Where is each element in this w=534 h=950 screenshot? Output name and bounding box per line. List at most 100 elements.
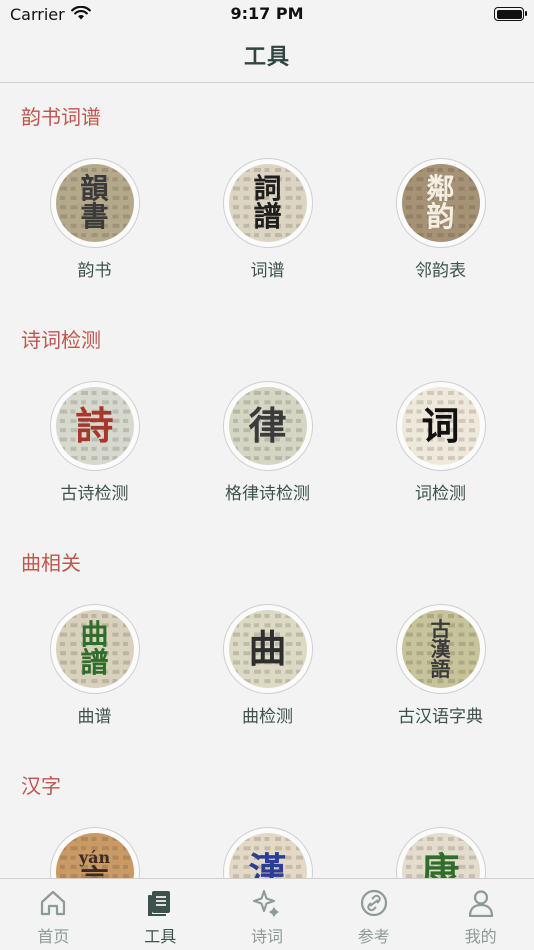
icon-glyph: 康	[421, 849, 460, 879]
tool-icon-ring: 曲	[222, 604, 313, 694]
tool-label: 古诗检测	[60, 484, 129, 504]
icon-glyph: 漢	[430, 637, 451, 661]
section-title: 韵书词谱	[21, 105, 101, 129]
icon-glyphs: 韻書	[80, 175, 108, 231]
status-left: Carrier	[10, 5, 91, 24]
icon-glyphs: 詩	[75, 407, 113, 445]
calligraphy-icon: 曲	[228, 610, 307, 688]
tab-poetry[interactable]: 诗词	[214, 879, 321, 950]
icon-glyph: 書	[80, 200, 109, 233]
page-title: 工具	[243, 45, 290, 70]
section: 韵书词谱韻書韵书詞譜词谱鄰韵邻韵表	[0, 84, 534, 307]
calligraphy-icon: yán言	[55, 833, 134, 879]
tool-rhyme-book[interactable]: 韻書韵书	[8, 158, 181, 281]
wifi-icon	[70, 5, 91, 24]
icon-glyphs: 詞譜	[253, 175, 281, 231]
calligraphy-icon: 康	[401, 833, 480, 879]
calligraphy-icon: 律	[228, 387, 307, 465]
calligraphy-icon: 古漢語	[401, 610, 480, 688]
calligraphy-icon: 詩	[55, 387, 134, 465]
tool-label: 韵书	[77, 261, 112, 281]
icon-glyph: 譜	[80, 646, 109, 679]
icon-glyph: 譜	[253, 200, 282, 233]
tool-grid: 詩古诗检测律格律诗检测词词检测	[0, 381, 534, 504]
tab-home[interactable]: 首页	[0, 879, 107, 950]
tool-ancient-poem-check[interactable]: 詩古诗检测	[8, 381, 181, 504]
icon-glyphs: 康	[421, 849, 460, 879]
tool-icon-ring: 鄰韵	[395, 158, 486, 248]
tool-grid: 曲譜曲谱曲曲检测古漢語古汉语字典	[0, 604, 534, 727]
tool-label: 曲谱	[77, 707, 112, 727]
tool-icon-ring: 漢	[222, 827, 313, 879]
tab-label-poetry: 诗词	[250, 927, 283, 946]
tool-regulated-poem-check[interactable]: 律格律诗检测	[181, 381, 354, 504]
icon-glyph: 鄰	[426, 172, 455, 205]
tool-hanzi-yan[interactable]: yán言	[8, 827, 181, 878]
tool-classical-chinese-dictionary[interactable]: 古漢語古汉语字典	[354, 604, 527, 727]
calligraphy-icon: 韻書	[55, 164, 134, 242]
sections-container: 韵书词谱韻書韵书詞譜词谱鄰韵邻韵表 诗词检测詩古诗检测律格律诗检测词词检测 曲相关曲…	[0, 84, 534, 878]
tab-profile[interactable]: 我的	[427, 879, 534, 950]
tab-label-reference: 参考	[357, 927, 390, 946]
tool-label: 古汉语字典	[398, 707, 483, 727]
tool-label: 曲检测	[242, 707, 293, 727]
icon-glyph: 古	[430, 617, 451, 641]
link-icon	[359, 889, 389, 921]
tab-bar: 首页 工具 诗词 参考 我的	[0, 878, 534, 950]
icon-glyph: 語	[430, 657, 451, 681]
section-title: 曲相关	[21, 551, 81, 575]
section: 汉字 yán言 漢 康	[0, 753, 534, 878]
tab-label-tools: 工具	[144, 927, 177, 946]
tool-label: 格律诗检测	[225, 484, 310, 504]
tool-qu-pu[interactable]: 曲譜曲谱	[8, 604, 181, 727]
tool-icon-ring: 韻書	[49, 158, 140, 248]
tab-label-home: 首页	[37, 927, 70, 946]
icon-glyph: 詩	[75, 403, 114, 448]
calligraphy-icon: 曲譜	[55, 610, 134, 688]
tools-scroll-view[interactable]: 韵书词谱韻書韵书詞譜词谱鄰韵邻韵表 诗词检测詩古诗检测律格律诗检测词词检测 曲相关曲…	[0, 84, 534, 878]
icon-glyphs: 曲	[248, 630, 286, 668]
calligraphy-icon: 詞譜	[228, 164, 307, 242]
tool-neighbor-rhyme-table[interactable]: 鄰韵邻韵表	[354, 158, 527, 281]
calligraphy-icon: 词	[401, 387, 480, 465]
tool-hanzi-kangxi[interactable]: 康	[354, 827, 527, 878]
icon-glyphs: 鄰韵	[426, 175, 454, 231]
book-icon	[145, 889, 175, 921]
icon-glyph: 韻	[80, 172, 109, 205]
tool-hanzi-han[interactable]: 漢	[181, 827, 354, 878]
section: 曲相关曲譜曲谱曲曲检测古漢語古汉语字典	[0, 530, 534, 753]
icon-glyphs: 漢	[248, 849, 287, 879]
tool-qu-check[interactable]: 曲曲检测	[181, 604, 354, 727]
tool-ci-check[interactable]: 词词检测	[354, 381, 527, 504]
tool-icon-ring: yán言	[49, 827, 140, 879]
tab-label-profile: 我的	[464, 927, 497, 946]
tool-label: 邻韵表	[415, 261, 466, 281]
carrier-label: Carrier	[10, 4, 65, 24]
tool-icon-ring: 词	[395, 381, 486, 471]
home-icon	[38, 889, 68, 921]
tool-label: 词检测	[415, 484, 466, 504]
tab-tools[interactable]: 工具	[107, 879, 214, 950]
tool-grid: 韻書韵书詞譜词谱鄰韵邻韵表	[0, 158, 534, 281]
tool-grid: yán言 漢 康	[0, 827, 534, 878]
section: 诗词检测詩古诗检测律格律诗检测词词检测	[0, 307, 534, 530]
icon-glyphs: 曲譜	[80, 621, 108, 677]
tool-icon-ring: 康	[395, 827, 486, 879]
icon-glyph: 曲	[80, 618, 109, 651]
tool-icon-ring: 詞譜	[222, 158, 313, 248]
icon-glyphs: yán言	[79, 850, 110, 879]
calligraphy-icon: 漢	[228, 833, 307, 879]
nav-bar: 工具	[0, 28, 534, 83]
tab-reference[interactable]: 参考	[320, 879, 427, 950]
icon-glyphs: 古漢語	[431, 619, 451, 679]
section-title: 诗词检测	[21, 328, 101, 352]
icon-glyphs: 词	[421, 407, 459, 445]
icon-glyph: 韵	[426, 200, 455, 233]
icon-glyphs: 律	[248, 407, 286, 445]
section-title: 汉字	[21, 774, 61, 798]
tool-icon-ring: 律	[222, 381, 313, 471]
tool-label: 词谱	[250, 261, 285, 281]
tool-ci-pu[interactable]: 詞譜词谱	[181, 158, 354, 281]
icon-glyph: 漢	[248, 849, 287, 879]
calligraphy-icon: 鄰韵	[401, 164, 480, 242]
